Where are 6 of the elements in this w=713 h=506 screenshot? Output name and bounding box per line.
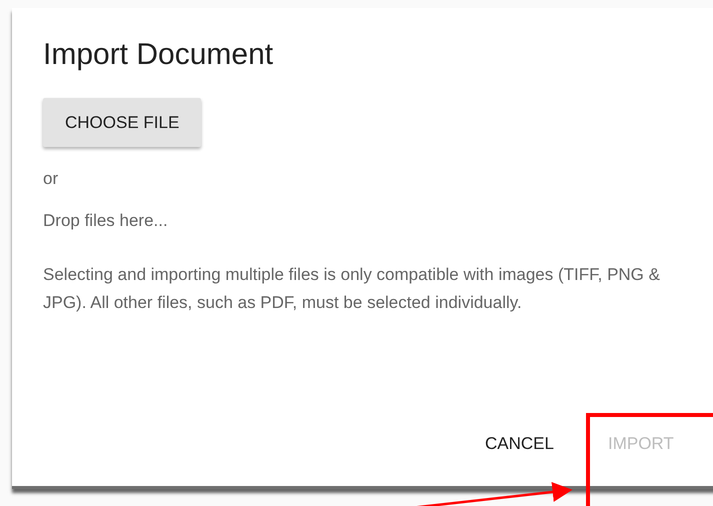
drop-zone[interactable]: Drop files here... [43, 211, 700, 231]
choose-file-button[interactable]: CHOOSE FILE [43, 98, 202, 147]
cancel-button[interactable]: CANCEL [483, 430, 556, 458]
info-text: Selecting and importing multiple files is only compatible with images (TIFF, PNG & JPG). All other files, such as PDF, must be selected individually. [43, 264, 661, 314]
or-text: or [43, 169, 60, 189]
dialog-title: Import Document [43, 38, 274, 72]
